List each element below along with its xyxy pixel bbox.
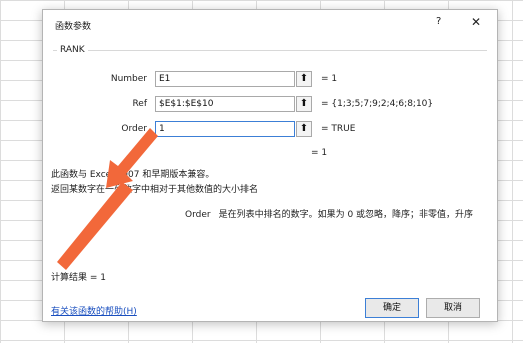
dialog-titlebar: 函数参数 ? ✕ [43, 10, 497, 37]
function-arguments-dialog: 函数参数 ? ✕ RANK Number ⬆ = 1 Ref ⬆ = {1;3;… [42, 9, 498, 322]
ref-collapse-icon[interactable]: ⬆ [296, 96, 312, 112]
ref-result: = {1;3;5;7;9;2;4;6;8;10} [321, 99, 434, 109]
close-icon[interactable]: ✕ [471, 15, 481, 29]
function-args-group: RANK Number ⬆ = 1 Ref ⬆ = {1;3;5;7;9;2;4… [53, 45, 487, 171]
function-description: 返回某数字在一列数字中相对于其他数值的大小排名 [51, 185, 259, 195]
formula-result: = 1 [311, 148, 328, 158]
param-description: Order 是在列表中排名的数字。如果为 0 或忽略，降序；非零值，升序 [185, 207, 473, 220]
ref-row: Ref ⬆ = {1;3;5;7;9;2;4;6;8;10} [53, 96, 487, 114]
order-collapse-icon[interactable]: ⬆ [296, 121, 312, 137]
order-row: Order ⬆ = TRUE [53, 121, 487, 139]
number-collapse-icon[interactable]: ⬆ [296, 71, 312, 87]
cancel-button[interactable]: 取消 [426, 298, 480, 318]
help-icon[interactable]: ? [436, 16, 441, 27]
order-label: Order [121, 124, 147, 134]
function-help-link[interactable]: 有关该函数的帮助(H) [51, 304, 137, 317]
number-label: Number [110, 74, 147, 84]
param-text: 是在列表中排名的数字。如果为 0 或忽略，降序；非零值，升序 [218, 210, 474, 220]
ref-label: Ref [132, 99, 147, 109]
ok-button[interactable]: 确定 [365, 298, 419, 318]
calc-result: 计算结果 = 1 [51, 273, 106, 283]
order-result: = TRUE [321, 124, 356, 134]
ref-input[interactable] [155, 96, 295, 112]
function-name-label: RANK [57, 45, 88, 55]
compat-note: 此函数与 Excel 2007 和早期版本兼容。 [51, 170, 215, 180]
dialog-title: 函数参数 [55, 22, 92, 32]
param-name: Order [185, 210, 211, 220]
number-result: = 1 [321, 74, 338, 84]
number-input[interactable] [155, 71, 295, 87]
number-row: Number ⬆ = 1 [53, 71, 487, 89]
order-input[interactable] [155, 121, 295, 137]
